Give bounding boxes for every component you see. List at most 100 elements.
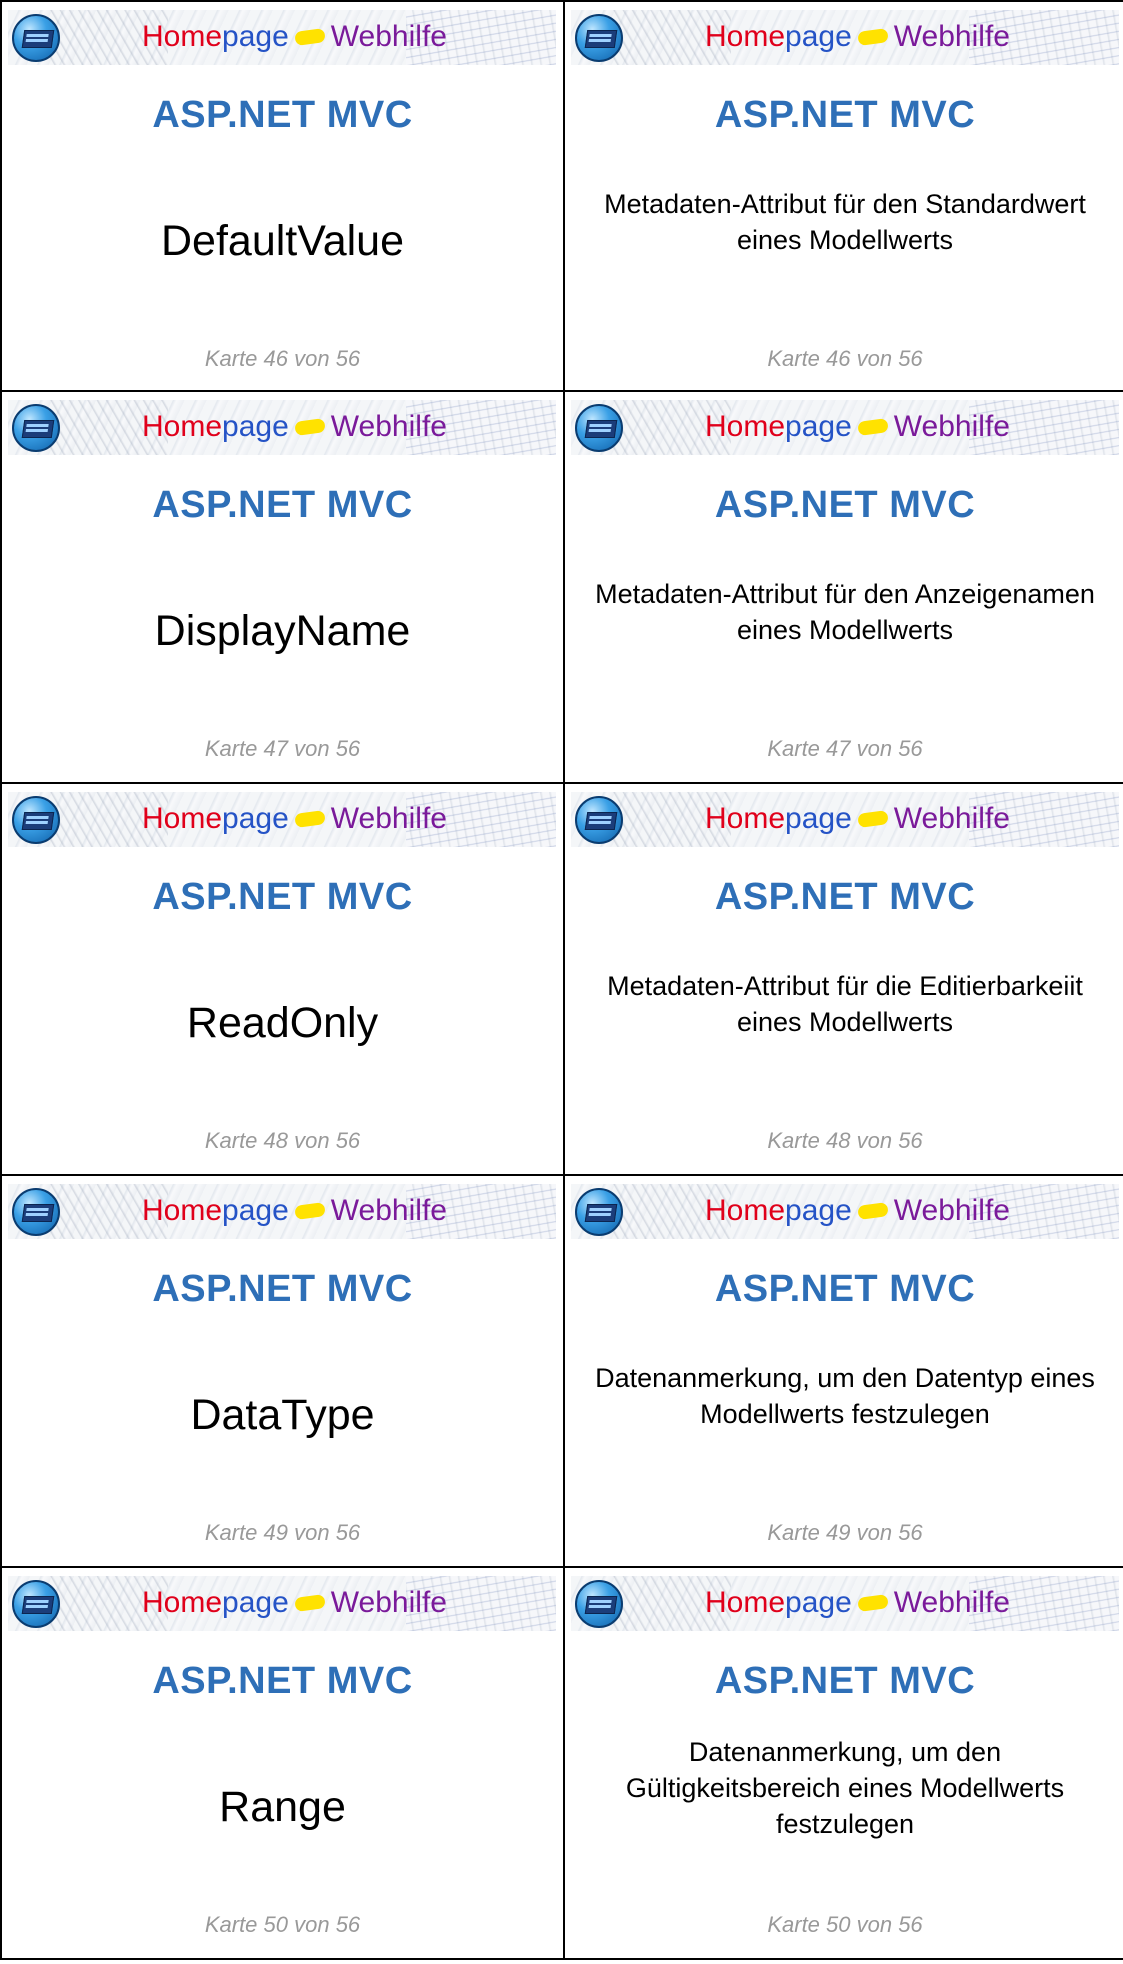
flashcard-sheet: Homepage Webhilfe ASP.NET MVC DefaultValu… [0,0,1123,1964]
brand-logo-text: Homepage Webhilfe [142,1583,447,1623]
brand-logo-text: Homepage Webhilfe [142,407,447,447]
card-term: ReadOnly [186,999,379,1047]
brand-text-page: page [222,1586,289,1619]
deck-title: ASP.NET MVC [152,1660,413,1702]
arrow-icon [293,27,326,46]
monitor-globe-logo-icon [575,1580,623,1628]
card-counter: Karte 48 von 56 [204,1128,361,1153]
banner: Homepage Webhilfe [8,792,556,847]
deck-title: ASP.NET MVC [152,876,413,918]
brand-logo-text: Homepage Webhilfe [705,1191,1010,1231]
deck-title: ASP.NET MVC [152,484,413,526]
deck-title: ASP.NET MVC [714,484,976,526]
brand-text-webhilfe: Webhilfe [893,20,1010,53]
flashcard-back: Homepage Webhilfe ASP.NET MVC Datenanmerk… [565,1568,1123,1960]
deck-title: ASP.NET MVC [714,1268,976,1310]
card-definition: Metadaten-Attribut für den Standardwert … [604,189,1086,255]
card-counter: Karte 46 von 56 [767,346,923,371]
brand-text-home: Home [705,802,786,835]
deck-title: ASP.NET MVC [714,1660,976,1702]
banner: Homepage Webhilfe [8,1184,556,1239]
monitor-globe-logo-icon [12,1580,60,1628]
flashcard-back: Homepage Webhilfe ASP.NET MVC Datenanmerk… [565,1176,1123,1568]
flashcard-front: Homepage Webhilfe ASP.NET MVC DefaultValu… [0,0,565,392]
brand-text-home: Home [142,802,223,835]
brand-text-home: Home [142,1586,223,1619]
card-definition: Datenanmerkung, um den Datentyp eines Mo… [595,1363,1095,1429]
arrow-icon [293,1201,326,1220]
card-definition: Metadaten-Attribut für die Editierbarkei… [607,971,1083,1037]
brand-text-home: Home [142,20,223,53]
card-counter: Karte 48 von 56 [767,1128,923,1153]
flashcard-back: Homepage Webhilfe ASP.NET MVC Metadaten-A… [565,392,1123,784]
brand-logo-text: Homepage Webhilfe [705,407,1010,447]
arrow-icon [856,27,889,46]
brand-text-home: Home [705,20,786,53]
brand-text-webhilfe: Webhilfe [330,410,447,443]
monitor-globe-logo-icon [575,404,623,452]
banner: Homepage Webhilfe [571,1184,1119,1239]
brand-logo-text: Homepage Webhilfe [705,1583,1010,1623]
brand-text-page: page [222,20,289,53]
arrow-icon [856,417,889,436]
brand-text-page: page [785,1194,852,1227]
card-term: DataType [190,1391,375,1439]
brand-text-webhilfe: Webhilfe [330,20,447,53]
brand-text-page: page [785,20,852,53]
banner: Homepage Webhilfe [571,792,1119,847]
card-counter: Karte 46 von 56 [204,346,361,371]
brand-text-webhilfe: Webhilfe [330,1586,447,1619]
arrow-icon [856,1201,889,1220]
card-counter: Karte 47 von 56 [767,736,923,761]
banner: Homepage Webhilfe [8,1576,556,1631]
monitor-globe-logo-icon [12,796,60,844]
deck-title: ASP.NET MVC [714,94,976,136]
card-counter: Karte 47 von 56 [204,736,361,761]
monitor-globe-logo-icon [12,1188,60,1236]
brand-logo-text: Homepage Webhilfe [705,799,1010,839]
brand-text-webhilfe: Webhilfe [893,1586,1010,1619]
deck-title: ASP.NET MVC [152,94,413,136]
card-term: DisplayName [154,607,411,655]
arrow-icon [856,809,889,828]
brand-text-webhilfe: Webhilfe [330,1194,447,1227]
banner: Homepage Webhilfe [8,10,556,65]
brand-text-webhilfe: Webhilfe [893,1194,1010,1227]
brand-logo-text: Homepage Webhilfe [142,1191,447,1231]
monitor-globe-logo-icon [12,404,60,452]
brand-text-page: page [222,1194,289,1227]
flashcard-grid: Homepage Webhilfe ASP.NET MVC DefaultValu… [0,0,1123,1964]
brand-text-page: page [222,410,289,443]
monitor-globe-logo-icon [12,14,60,62]
flashcard-front: Homepage Webhilfe ASP.NET MVC DisplayName… [0,392,565,784]
banner: Homepage Webhilfe [571,10,1119,65]
banner: Homepage Webhilfe [8,400,556,455]
card-counter: Karte 49 von 56 [204,1520,361,1545]
arrow-icon [293,809,326,828]
monitor-globe-logo-icon [575,14,623,62]
banner: Homepage Webhilfe [571,400,1119,455]
card-term: Range [219,1783,346,1831]
monitor-globe-logo-icon [575,796,623,844]
brand-text-page: page [785,1586,852,1619]
brand-text-home: Home [705,1194,786,1227]
brand-text-home: Home [705,410,786,443]
arrow-icon [293,417,326,436]
brand-text-webhilfe: Webhilfe [893,410,1010,443]
brand-text-home: Home [142,410,223,443]
brand-text-home: Home [142,1194,223,1227]
card-counter: Karte 49 von 56 [767,1520,923,1545]
brand-text-page: page [785,802,852,835]
card-definition: Metadaten-Attribut für den Anzeigenamen … [595,579,1095,645]
card-counter: Karte 50 von 56 [204,1912,361,1937]
brand-text-webhilfe: Webhilfe [330,802,447,835]
flashcard-front: Homepage Webhilfe ASP.NET MVC Range Karte … [0,1568,565,1960]
brand-logo-text: Homepage Webhilfe [142,17,447,57]
flashcard-back: Homepage Webhilfe ASP.NET MVC Metadaten-A… [565,0,1123,392]
arrow-icon [293,1593,326,1612]
card-counter: Karte 50 von 56 [767,1912,923,1937]
brand-text-page: page [222,802,289,835]
brand-text-page: page [785,410,852,443]
flashcard-front: Homepage Webhilfe ASP.NET MVC DataType Kar… [0,1176,565,1568]
brand-text-webhilfe: Webhilfe [893,802,1010,835]
